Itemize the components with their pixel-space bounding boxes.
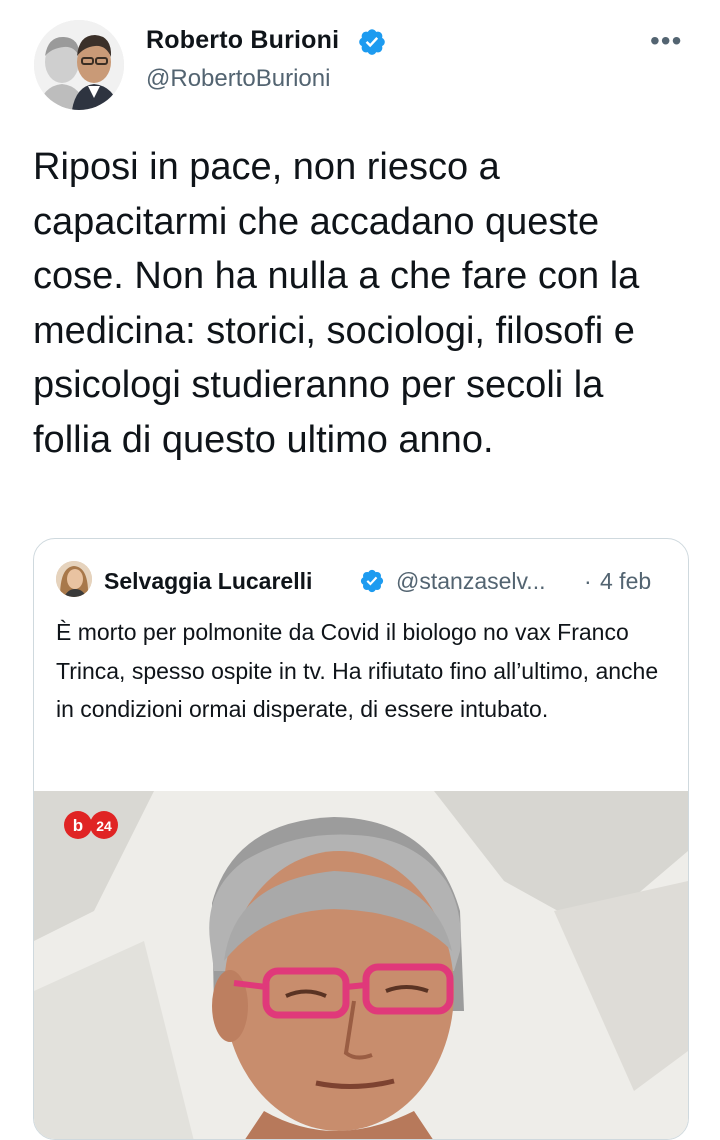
verified-badge-icon [359,29,385,55]
more-options-icon[interactable]: ••• [650,27,682,55]
quoted-tweet-text: È morto per polmonite da Covid il biolog… [56,619,659,722]
quoted-author-handle[interactable]: @stanzaselv... [396,568,545,595]
svg-text:24: 24 [96,818,112,834]
quoted-tweet-image[interactable]: b 24 [34,791,688,1139]
author-name[interactable]: Roberto Burioni [146,26,339,55]
separator-dot: · [584,568,592,594]
tweet-text: Riposi in pace, non riesco a capacitarmi… [33,146,640,461]
quoted-author-avatar[interactable] [56,561,92,597]
quoted-verified-badge-icon [360,569,384,593]
author-handle[interactable]: @RobertoBurioni [146,65,330,93]
tweet-header: Roberto Burioni @RobertoBurioni ••• [0,0,720,120]
svg-text:b: b [73,816,83,835]
quoted-author-name[interactable]: Selvaggia Lucarelli [104,568,312,595]
quoted-tweet-date[interactable]: 4 feb [600,568,651,595]
quoted-tweet-card[interactable]: Selvaggia Lucarelli @stanzaselv... · 4 f… [33,538,689,1140]
author-avatar[interactable] [34,20,124,110]
